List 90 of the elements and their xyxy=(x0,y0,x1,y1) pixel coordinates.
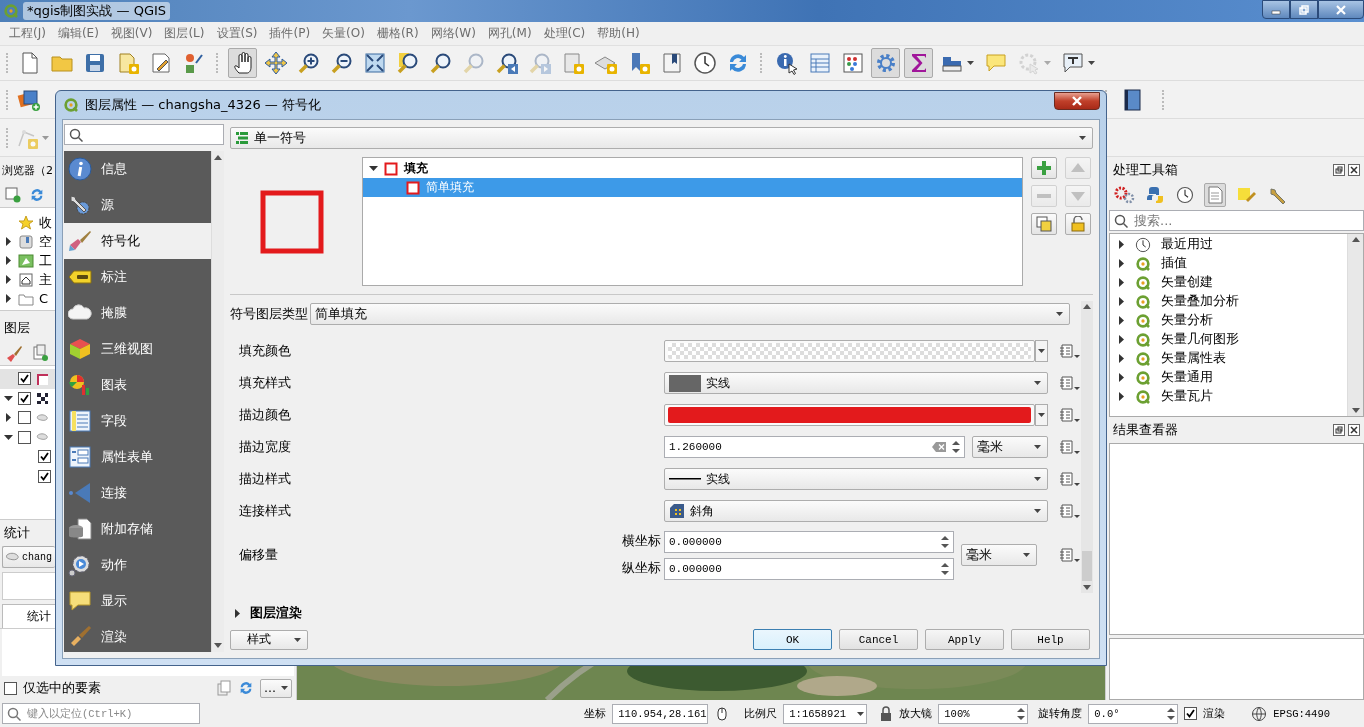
field-label: 描边颜色 xyxy=(239,406,292,424)
sidebar-item[interactable]: 图表 xyxy=(64,367,211,403)
unit-dropdown[interactable]: 毫米 xyxy=(972,436,1048,458)
checkbox-label: 仅选中的要素 xyxy=(23,679,101,697)
magnifier-field[interactable]: 100% xyxy=(938,703,1029,724)
panel-title: 浏览器（2 xyxy=(2,162,53,178)
tree-item[interactable]: 矢量分析 xyxy=(1161,312,1213,329)
status-label: 旋转角度 xyxy=(1038,706,1083,721)
field-label: 符号图层类型 xyxy=(230,305,308,323)
sidebar-item[interactable]: 信息 xyxy=(64,151,211,187)
number-field[interactable]: 0.000000 xyxy=(664,557,954,580)
field-label: 连接样式 xyxy=(239,502,292,520)
field-label: 偏移量 xyxy=(239,546,279,564)
dialog-button[interactable]: OK xyxy=(753,629,832,650)
status-label: 放大镜 xyxy=(899,706,933,721)
tree-item[interactable]: 矢量创建 xyxy=(1161,274,1213,291)
panel-title: 图层 xyxy=(4,319,30,337)
menu-item[interactable]: 编辑(E) xyxy=(51,25,105,42)
sidebar-item[interactable]: 动作 xyxy=(64,547,211,583)
section-header[interactable]: 图层渲染 xyxy=(230,601,1093,625)
menu-item[interactable]: 帮助(H) xyxy=(591,25,646,42)
menu-item[interactable]: 处理(C) xyxy=(537,25,592,42)
sidebar-item[interactable]: 显示 xyxy=(64,583,211,619)
panel-title: 结果查看器 xyxy=(1113,421,1178,439)
tree-item[interactable]: 矢量瓦片 xyxy=(1161,388,1213,405)
layer-dropdown[interactable]: chang xyxy=(2,546,55,568)
sidebar-item[interactable]: 标注 xyxy=(64,259,211,295)
tree-item[interactable]: 矢量叠加分析 xyxy=(1161,293,1239,310)
line-style-dropdown[interactable]: 实线 xyxy=(664,468,1048,490)
locator-field[interactable]: 键入以定位(Ctrl+K) xyxy=(2,703,200,724)
menu-item[interactable]: 工程(J) xyxy=(3,25,52,42)
tree-item[interactable]: 矢量几何图形 xyxy=(1161,331,1239,348)
tree-item[interactable]: 最近用过 xyxy=(1161,236,1213,253)
sidebar-item[interactable]: 属性表单 xyxy=(64,439,211,475)
menu-item[interactable]: 网络(W) xyxy=(424,25,482,42)
sidebar-item[interactable]: 源 xyxy=(64,187,211,223)
menu-item[interactable]: 视图(V) xyxy=(104,25,159,42)
tree-item[interactable]: C xyxy=(39,291,49,306)
field-label: 描边宽度 xyxy=(239,438,292,456)
menu-item[interactable]: 网孔(M) xyxy=(481,25,538,42)
unit-dropdown[interactable]: 毫米 xyxy=(961,544,1037,566)
more-button[interactable]: … xyxy=(260,678,292,698)
number-field[interactable]: 0.000000 xyxy=(664,530,954,553)
number-field[interactable]: 1.260000 xyxy=(664,436,965,458)
join-style-dropdown[interactable]: 斜角 xyxy=(664,500,1048,522)
renderer-dropdown[interactable]: 单一符号 xyxy=(230,127,1093,149)
panel-title: 处理工具箱 xyxy=(1113,161,1178,179)
sidebar-item[interactable]: 字段 xyxy=(64,403,211,439)
menu-item[interactable]: 栅格(R) xyxy=(370,25,425,42)
tree-row[interactable]: 填充 xyxy=(363,159,1022,178)
dialog-button[interactable]: Apply xyxy=(925,629,1004,650)
field-label: 横坐标 xyxy=(622,533,660,550)
menu-item[interactable]: 插件(P) xyxy=(263,25,317,42)
style-dropdown[interactable]: 样式 xyxy=(230,629,308,650)
field-label: 描边样式 xyxy=(239,470,292,488)
window-title: *qgis制图实战 — QGIS xyxy=(23,2,171,20)
dialog-title: 图层属性 — changsha_4326 — 符号化 xyxy=(85,96,321,114)
dialog-button[interactable]: Help xyxy=(1011,629,1090,650)
sidebar-item[interactable]: 掩膜 xyxy=(64,295,211,331)
checkbox-label: 渲染 xyxy=(1203,706,1226,721)
sidebar-item[interactable]: 连接 xyxy=(64,475,211,511)
tree-item[interactable]: 矢量属性表 xyxy=(1161,350,1226,367)
dialog-button[interactable]: Cancel xyxy=(839,629,918,650)
panel-title: 统计 xyxy=(4,524,30,542)
field-label: 填充样式 xyxy=(239,374,292,392)
tree-item[interactable]: 插值 xyxy=(1161,255,1187,272)
sidebar-item[interactable]: 三维视图 xyxy=(64,331,211,367)
search-field[interactable]: 搜索... xyxy=(1109,210,1364,231)
tree-item[interactable]: 空 xyxy=(39,232,52,251)
rotation-field[interactable]: 0.0° xyxy=(1088,703,1179,724)
menu-item[interactable]: 图层(L) xyxy=(158,25,211,42)
tree-item[interactable]: 收 xyxy=(39,213,52,232)
field-label: 填充颜色 xyxy=(239,342,292,360)
field-label: 纵坐标 xyxy=(622,560,660,577)
layer-type-dropdown[interactable]: 简单填充 xyxy=(310,303,1070,325)
scale-dropdown[interactable]: 1:1658921 xyxy=(783,703,868,724)
coordinate-field[interactable]: 110.954,28.161 xyxy=(612,703,709,724)
crs-label[interactable]: EPSG:4490 xyxy=(1273,707,1330,720)
menu-item[interactable]: 设置(S) xyxy=(210,25,264,42)
tree-item[interactable]: 矢量通用 xyxy=(1161,369,1213,386)
sidebar-item[interactable]: 渲染 xyxy=(64,619,211,652)
status-label: 比例尺 xyxy=(744,706,778,721)
sidebar-item[interactable]: 附加存储 xyxy=(64,511,211,547)
status-label: 坐标 xyxy=(584,706,607,721)
menu-item[interactable]: 矢量(O) xyxy=(316,25,371,42)
sidebar-item[interactable]: 符号化 xyxy=(64,223,211,259)
tree-item[interactable]: 主 xyxy=(39,270,52,289)
fill-style-dropdown[interactable]: 实线 xyxy=(664,372,1048,394)
tree-item[interactable]: 工 xyxy=(39,251,52,270)
tab[interactable]: 统计 xyxy=(2,604,55,628)
